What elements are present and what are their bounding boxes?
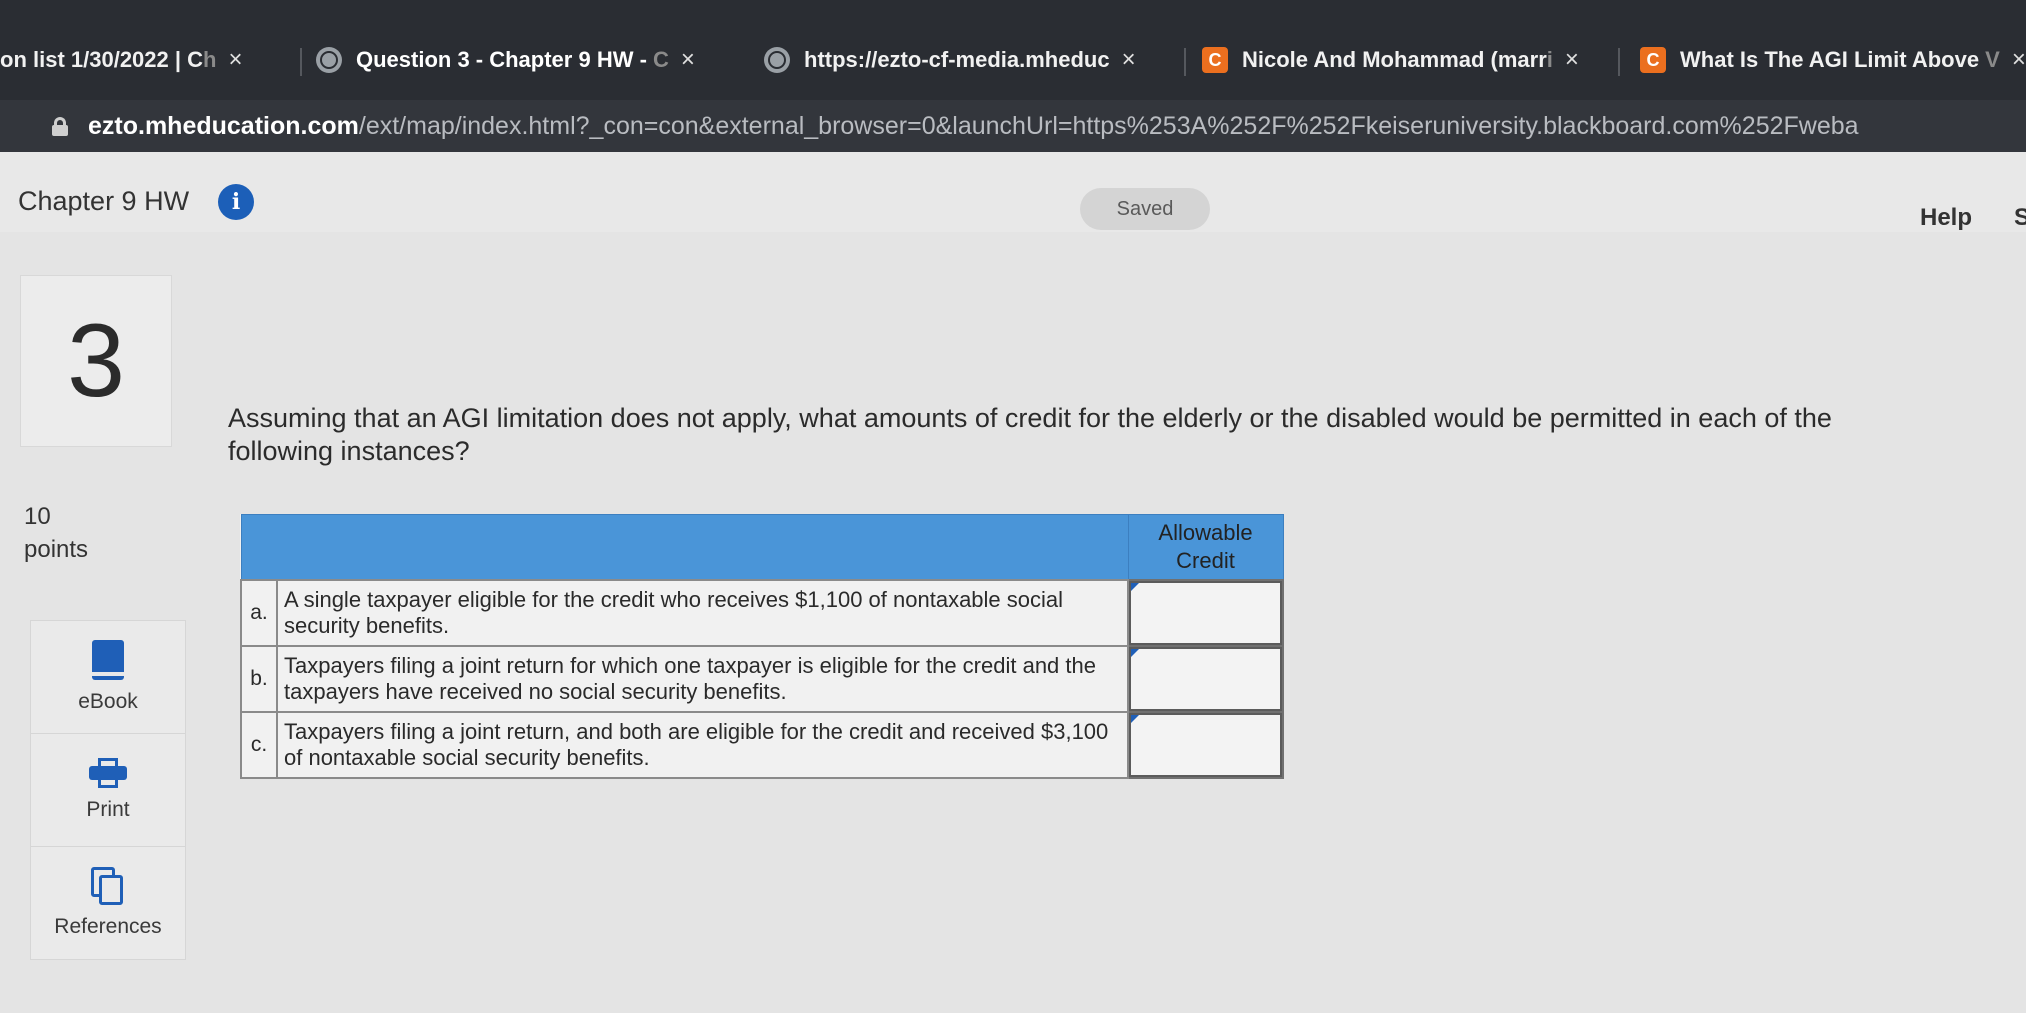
globe-icon <box>316 47 342 73</box>
answer-cell <box>1127 645 1284 713</box>
references-icon <box>91 867 125 905</box>
tab-title: https://ezto-cf-media.mheduc <box>804 47 1110 72</box>
table-row: b. Taxpayers filing a joint return for w… <box>240 645 1284 713</box>
tab-title-faded: V <box>1985 47 2000 72</box>
close-icon[interactable]: × <box>1565 46 1579 74</box>
tab-title: Nicole And Mohammad (marr <box>1242 47 1547 72</box>
question-number-box: 3 <box>20 275 172 447</box>
close-icon[interactable]: × <box>1122 46 1136 74</box>
table-header-blank <box>240 514 1129 581</box>
close-icon[interactable]: × <box>228 46 242 74</box>
ebook-icon <box>92 640 124 680</box>
question-number: 3 <box>67 302 125 419</box>
references-label: References <box>54 915 162 938</box>
tab-title-faded: i <box>1546 47 1553 72</box>
browser-tab-5[interactable]: C What Is The AGI Limit Above V × <box>1640 38 2026 82</box>
info-icon[interactable]: i <box>218 184 254 220</box>
answer-cell <box>1127 579 1284 647</box>
chegg-icon: C <box>1640 47 1666 73</box>
table-row: c. Taxpayers filing a joint return, and … <box>240 711 1284 779</box>
table-header-row: Allowable Credit <box>240 514 1284 581</box>
tab-title-faded: C <box>653 47 669 72</box>
question-prompt: Assuming that an AGI limitation does not… <box>228 403 1832 466</box>
assignment-header: Chapter 9 HW i Saved Help S <box>0 152 2026 232</box>
row-description: Taxpayers filing a joint return, and bot… <box>276 711 1129 779</box>
close-icon[interactable]: × <box>2012 46 2026 74</box>
tab-title: Question 3 - Chapter 9 HW - <box>356 47 654 72</box>
row-description: Taxpayers filing a joint return for whic… <box>276 645 1129 713</box>
header-truncated-link[interactable]: S <box>2014 204 2026 232</box>
url-path: /ext/map/index.html?_con=con&external_br… <box>358 111 1859 140</box>
tab-divider <box>1618 48 1620 76</box>
allowable-credit-input-a[interactable] <box>1129 581 1282 645</box>
help-link[interactable]: Help <box>1920 204 1972 232</box>
address-bar[interactable]: ezto.mheducation.com/ext/map/index.html?… <box>0 100 2026 152</box>
browser-tab-4[interactable]: C Nicole And Mohammad (marri × <box>1202 38 1602 82</box>
allowable-credit-header: Allowable Credit <box>1127 514 1284 581</box>
tab-title: What Is The AGI Limit Above <box>1680 47 1986 72</box>
table-row: a. A single taxpayer eligible for the cr… <box>240 579 1284 647</box>
allowable-credit-input-c[interactable] <box>1129 713 1282 777</box>
lock-icon <box>52 117 68 136</box>
browser-tab-1[interactable]: on list 1/30/2022 | Ch × <box>0 38 290 82</box>
print-label: Print <box>86 798 130 821</box>
print-button[interactable]: Print <box>31 734 185 847</box>
row-letter: b. <box>240 645 278 713</box>
close-icon[interactable]: × <box>681 46 695 74</box>
ebook-label: eBook <box>78 690 138 713</box>
row-description: A single taxpayer eligible for the credi… <box>276 579 1129 647</box>
tab-title: on list 1/30/2022 | C <box>0 47 204 72</box>
tools-panel: eBook Print References <box>30 620 186 960</box>
answer-table: Allowable Credit a. A single taxpayer el… <box>240 514 1284 779</box>
browser-tab-3[interactable]: https://ezto-cf-media.mheduc × <box>764 38 1174 82</box>
printer-icon <box>89 758 127 788</box>
points-value: 10 <box>24 503 51 530</box>
points-label: points <box>24 536 89 563</box>
row-letter: a. <box>240 579 278 647</box>
answer-cell <box>1127 711 1284 779</box>
tab-title-faded: h <box>203 47 217 72</box>
row-letter: c. <box>240 711 278 779</box>
tab-divider <box>300 48 302 76</box>
tab-divider <box>1184 48 1186 76</box>
browser-tab-2[interactable]: Question 3 - Chapter 9 HW - C × <box>316 38 726 82</box>
chegg-icon: C <box>1202 47 1228 73</box>
allowable-credit-input-b[interactable] <box>1129 647 1282 711</box>
references-button[interactable]: References <box>31 847 185 959</box>
assignment-title: Chapter 9 HW <box>18 186 190 216</box>
url-text[interactable]: ezto.mheducation.com/ext/map/index.html?… <box>88 112 1859 141</box>
ebook-button[interactable]: eBook <box>31 621 185 734</box>
url-host: ezto.mheducation.com <box>88 111 359 140</box>
globe-icon <box>764 47 790 73</box>
saved-status-badge: Saved <box>1080 188 1210 230</box>
